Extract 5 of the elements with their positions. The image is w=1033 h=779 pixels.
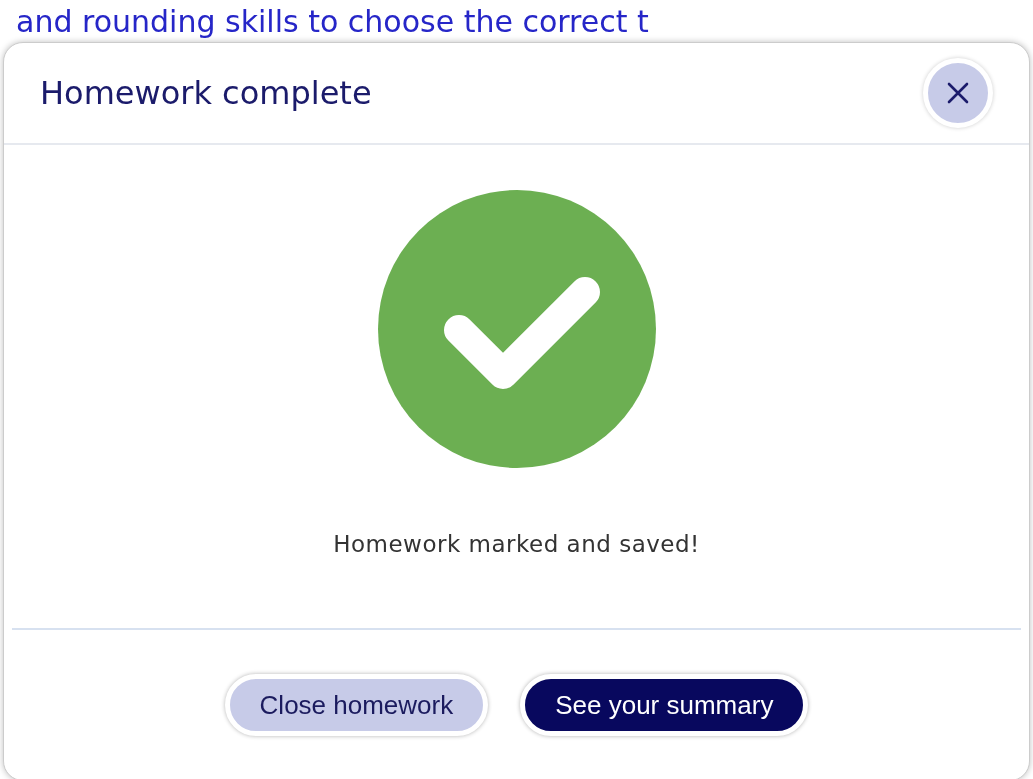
page-heading-text: and rounding skills to choose the correct t	[16, 4, 649, 40]
dialog-title: Homework complete	[40, 74, 372, 112]
close-icon	[946, 81, 970, 105]
status-message: Homework marked and saved!	[333, 531, 700, 557]
checkmark-icon	[376, 189, 657, 469]
